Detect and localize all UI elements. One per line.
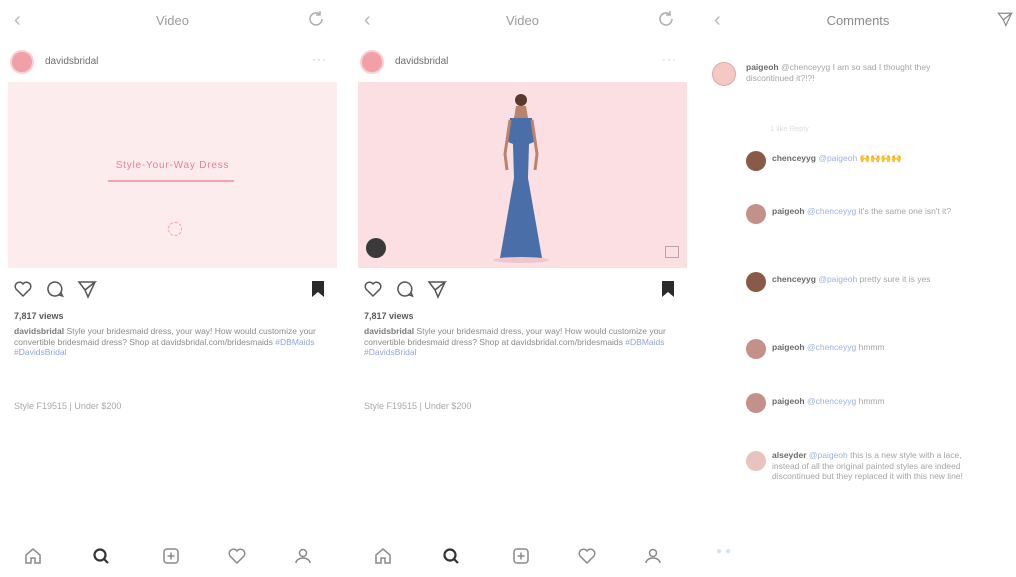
avatar[interactable] bbox=[746, 204, 766, 224]
avatar[interactable] bbox=[712, 62, 736, 86]
top-bar: ‹ Video bbox=[0, 0, 345, 40]
comment-mention[interactable]: @paigeoh bbox=[818, 274, 857, 284]
post-actions bbox=[12, 278, 333, 300]
avatar[interactable] bbox=[746, 151, 766, 171]
comment-mention[interactable]: @chenceyyg bbox=[807, 206, 856, 216]
top-bar: ‹ Comments bbox=[700, 0, 1016, 40]
share-icon[interactable] bbox=[426, 278, 448, 300]
comment-icon[interactable] bbox=[44, 278, 66, 300]
style-info: Style F19515 | Under $200 bbox=[14, 401, 122, 411]
comment-username[interactable]: chenceyyg bbox=[772, 153, 816, 163]
post-header: davidsbridal ··· bbox=[10, 48, 335, 76]
comment-username[interactable]: chenceyyg bbox=[772, 274, 816, 284]
bookmark-icon[interactable] bbox=[311, 280, 325, 298]
page-title: Video bbox=[505, 13, 539, 28]
page-title: Video bbox=[155, 13, 189, 28]
title-underline bbox=[108, 180, 234, 182]
top-bar: ‹ Video bbox=[350, 0, 695, 40]
post-header: davidsbridal ··· bbox=[360, 48, 685, 76]
video-title-text: Style-Your-Way Dress bbox=[115, 160, 230, 171]
post-caption: davidsbridal Style your bridesmaid dress… bbox=[14, 326, 329, 358]
comment-mention[interactable]: @paigeoh bbox=[818, 153, 857, 163]
avatar[interactable] bbox=[746, 451, 766, 471]
comment: paigeoh @chenceyyg hmmm bbox=[772, 342, 980, 353]
video-panel-2: ‹ Video davidsbridal ··· 7,817 views dav… bbox=[350, 0, 695, 577]
style-info: Style F19515 | Under $200 bbox=[364, 401, 472, 411]
model-in-dress-image bbox=[493, 94, 549, 263]
comment: chenceyyg @paigeoh pretty sure it is yes bbox=[772, 274, 980, 285]
avatar[interactable] bbox=[746, 393, 766, 413]
comment: paigeoh @chenceyyg it's the same one isn… bbox=[772, 206, 980, 217]
post-username[interactable]: davidsbridal bbox=[45, 56, 98, 67]
post-username[interactable]: davidsbridal bbox=[395, 56, 448, 67]
post-actions bbox=[362, 278, 683, 300]
bottom-nav bbox=[0, 545, 345, 573]
caption-username[interactable]: davidsbridal bbox=[14, 326, 64, 336]
comment-text: hmmm bbox=[856, 396, 885, 406]
comment-mention[interactable]: @chenceyyg bbox=[807, 396, 856, 406]
page-title: Comments bbox=[826, 13, 890, 28]
view-count: 7,817 views bbox=[364, 311, 414, 321]
comment-text: it's the same one isn't it? bbox=[856, 206, 952, 216]
video-panel-1: ‹ Video davidsbridal ··· Style-Your-Way … bbox=[0, 0, 345, 577]
comment: chenceyyg @paigeoh 🙌🙌🙌🙌 bbox=[772, 153, 992, 164]
heart-icon[interactable] bbox=[362, 278, 384, 300]
add-post-icon[interactable] bbox=[510, 545, 532, 567]
comment-username[interactable]: paigeoh bbox=[746, 62, 779, 72]
reload-icon[interactable] bbox=[655, 8, 677, 30]
home-icon[interactable] bbox=[372, 545, 394, 567]
comment: alseyder @paigeoh this is a new style wi… bbox=[772, 450, 987, 482]
bookmark-icon[interactable] bbox=[661, 280, 675, 298]
search-icon[interactable] bbox=[90, 545, 112, 567]
comment: paigeoh @chenceyyg I am so sad I thought… bbox=[746, 62, 976, 83]
comment-mention[interactable]: @chenceyyg bbox=[807, 342, 856, 352]
comment-meta[interactable]: 1 like Reply bbox=[770, 124, 809, 133]
fullscreen-icon[interactable] bbox=[665, 246, 679, 258]
add-post-icon[interactable] bbox=[160, 545, 182, 567]
comment-username[interactable]: paigeoh bbox=[772, 206, 805, 216]
post-caption: davidsbridal Style your bridesmaid dress… bbox=[364, 326, 679, 358]
comment: paigeoh @chenceyyg hmmm bbox=[772, 396, 980, 407]
mute-icon[interactable] bbox=[366, 238, 386, 258]
heart-icon[interactable] bbox=[12, 278, 34, 300]
loading-icon bbox=[168, 222, 182, 236]
share-icon[interactable] bbox=[76, 278, 98, 300]
comment-icon[interactable] bbox=[394, 278, 416, 300]
comment-text: pretty sure it is yes bbox=[857, 274, 931, 284]
activity-heart-icon[interactable] bbox=[576, 545, 598, 567]
comment-text: hmmm bbox=[856, 342, 885, 352]
avatar[interactable] bbox=[746, 339, 766, 359]
loading-indicator: ●● bbox=[716, 546, 735, 557]
reload-icon[interactable] bbox=[305, 8, 327, 30]
view-count: 7,817 views bbox=[14, 311, 64, 321]
comments-panel: ‹ Comments paigeoh @chenceyyg I am so sa… bbox=[700, 0, 1016, 577]
avatar[interactable] bbox=[360, 50, 384, 74]
avatar[interactable] bbox=[746, 272, 766, 292]
bottom-nav bbox=[350, 545, 695, 573]
home-icon[interactable] bbox=[22, 545, 44, 567]
comment-mention[interactable]: @paigeoh bbox=[809, 450, 848, 460]
caption-username[interactable]: davidsbridal bbox=[364, 326, 414, 336]
comment-text: 🙌🙌🙌🙌 bbox=[857, 153, 902, 163]
profile-icon[interactable] bbox=[642, 545, 664, 567]
activity-heart-icon[interactable] bbox=[226, 545, 248, 567]
comment-username[interactable]: paigeoh bbox=[772, 396, 805, 406]
avatar[interactable] bbox=[10, 50, 34, 74]
more-options-icon[interactable]: ··· bbox=[662, 52, 677, 66]
more-options-icon[interactable]: ··· bbox=[312, 52, 327, 66]
post-video[interactable] bbox=[358, 82, 687, 268]
search-icon[interactable] bbox=[440, 545, 462, 567]
comment-username[interactable]: alseyder bbox=[772, 450, 807, 460]
post-video[interactable]: Style-Your-Way Dress bbox=[8, 82, 337, 268]
share-icon[interactable] bbox=[996, 10, 1014, 28]
profile-icon[interactable] bbox=[292, 545, 314, 567]
comment-username[interactable]: paigeoh bbox=[772, 342, 805, 352]
